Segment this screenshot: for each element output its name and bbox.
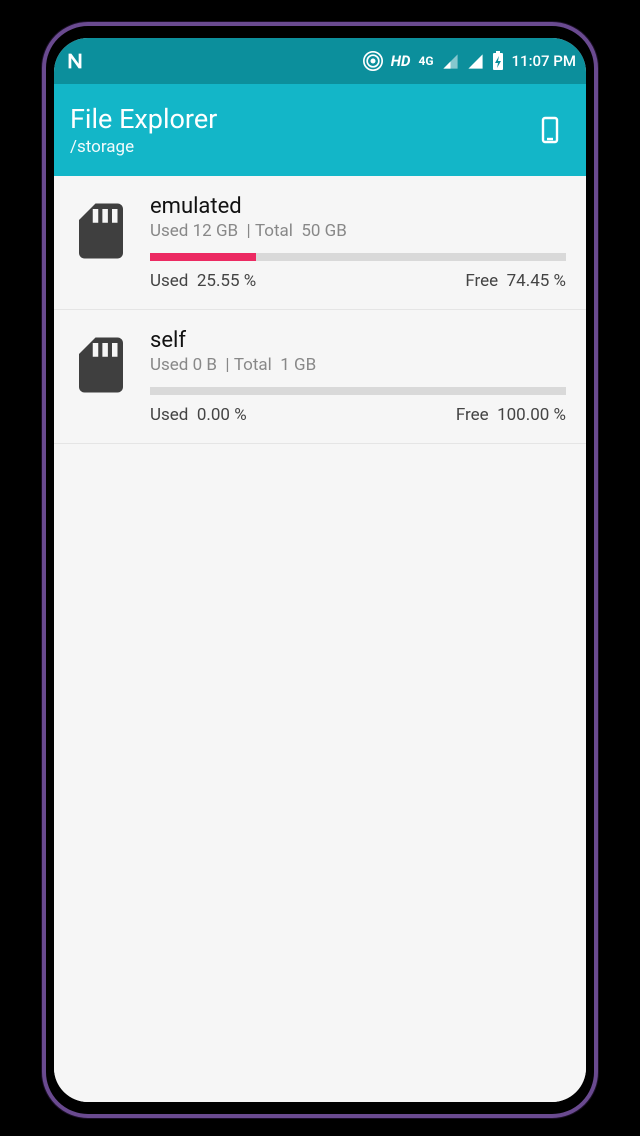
volume-name: emulated (150, 194, 566, 219)
current-path: /storage (70, 137, 530, 157)
network-type: 4G (418, 54, 433, 68)
battery-icon (492, 51, 504, 71)
sd-card-icon (68, 198, 134, 264)
clock: 11:07 PM (512, 52, 576, 70)
free-pct: Free 74.45 % (465, 271, 566, 291)
free-pct: Free 100.00 % (456, 405, 566, 425)
info-icon (538, 115, 562, 145)
usage-bar (150, 387, 566, 395)
info-button[interactable] (530, 110, 570, 150)
cast-icon (363, 51, 383, 71)
android-n-icon (64, 50, 86, 72)
volume-list: emulated Used 12 GB | Total 50 GB Used 2… (54, 176, 586, 1102)
volume-meta: Used 12 GB | Total 50 GB (150, 221, 566, 241)
signal-icon-1 (442, 53, 459, 70)
volume-meta: Used 0 B | Total 1 GB (150, 355, 566, 375)
signal-icon-2 (467, 53, 484, 70)
usage-bar-fill (150, 253, 256, 261)
sd-card-icon (68, 332, 134, 398)
volume-row[interactable]: self Used 0 B | Total 1 GB Used 0.00 % F… (54, 310, 586, 444)
app-bar: File Explorer /storage (54, 84, 586, 176)
status-bar: HD 4G 11:07 PM (54, 38, 586, 84)
volume-row[interactable]: emulated Used 12 GB | Total 50 GB Used 2… (54, 176, 586, 310)
app-title: File Explorer (70, 103, 530, 135)
used-pct: Used 0.00 % (150, 405, 247, 425)
usage-bar (150, 253, 566, 261)
volume-name: self (150, 328, 566, 353)
hd-indicator: HD (391, 52, 411, 70)
used-pct: Used 25.55 % (150, 271, 256, 291)
